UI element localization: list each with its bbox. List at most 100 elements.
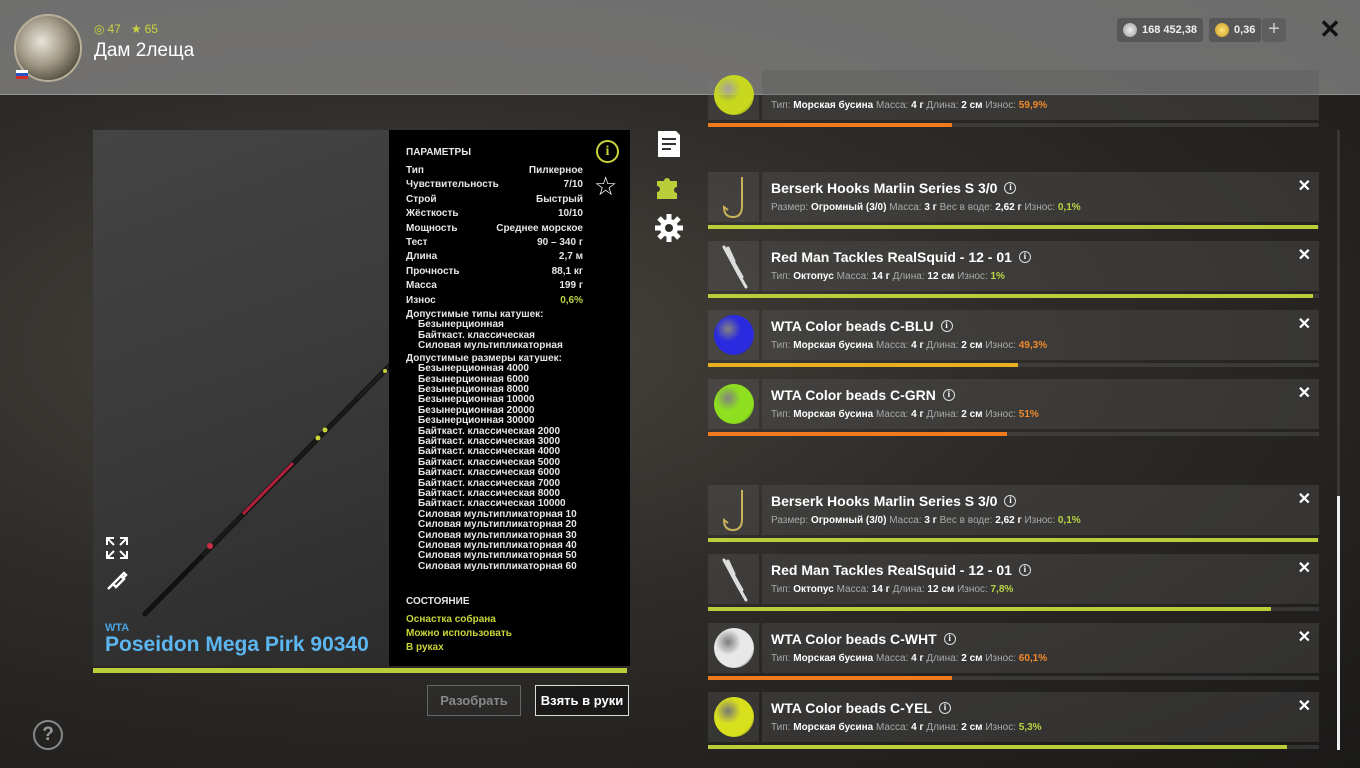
item-info-icon[interactable]: i (1004, 495, 1017, 507)
reel-size-item: Силовая мультипликаторная 60 (418, 560, 577, 572)
state-item: В руках (406, 642, 444, 653)
item-stats: Тип: Морская бусина Масса: 4 г Длина: 2 … (771, 722, 1042, 733)
param-value: 10/10 (557, 208, 583, 220)
param-value: Пилкерное (528, 165, 583, 176)
item-info-icon[interactable]: i (1018, 251, 1031, 263)
item-name: Red Man Tackles RealSquid - 12 - 01 (771, 562, 1012, 578)
item-thumbnail (708, 310, 759, 360)
tackle-item[interactable]: WTA Color beads C-BLU i ✕ Тип: Морская буси… (708, 310, 1319, 367)
stat-label: Тип: (771, 653, 791, 664)
param-value: Среднее морское (496, 222, 583, 234)
help-button[interactable]: ? (33, 720, 63, 750)
item-body: WTA Color beads C-GRN i ✕ Тип: Морская буси… (762, 379, 1319, 429)
gear-icon[interactable] (654, 213, 684, 243)
item-name-row: WTA Color beads C-GRN i (771, 387, 955, 403)
item-name-row: Red Man Tackles RealSquid - 12 - 01 i (771, 249, 1031, 265)
param-label: Чувствительность (406, 179, 499, 191)
remove-item-icon[interactable]: ✕ (1298, 245, 1311, 265)
tackle-item[interactable]: Тип: Морская бусина Масса: 4 г Длина: 2 … (708, 70, 1319, 127)
item-name: WTA Color beads C-WHT (771, 631, 937, 647)
durability-track (708, 363, 1319, 367)
remove-item-icon[interactable]: ✕ (1298, 558, 1311, 578)
favorite-star-icon[interactable]: ☆ (594, 171, 617, 202)
info-icon[interactable]: i (596, 140, 619, 163)
item-name: Red Man Tackles RealSquid - 12 - 01 (771, 249, 1012, 265)
disassemble-button[interactable]: Разобрать (427, 685, 521, 716)
fullscreen-icon[interactable] (105, 536, 129, 560)
remove-item-icon[interactable]: ✕ (1298, 696, 1311, 716)
remove-item-icon[interactable]: ✕ (1298, 383, 1311, 403)
durability-track (708, 745, 1319, 749)
stat-label: Масса: (875, 653, 909, 664)
wear-value: 0,1% (1057, 515, 1081, 526)
tackle-item[interactable]: WTA Color beads C-WHT i ✕ Тип: Морская буси… (708, 623, 1319, 680)
item-stats: Тип: Морская бусина Масса: 4 г Длина: 2 … (771, 340, 1047, 351)
reel-size-item: Безынерционная 30000 (418, 415, 535, 427)
tackle-item[interactable]: Berserk Hooks Marlin Series S 3/0 i ✕ Разме… (708, 485, 1319, 542)
remove-item-icon[interactable]: ✕ (1298, 314, 1311, 334)
puzzle-icon[interactable] (654, 172, 684, 202)
stat-label: Тип: (771, 271, 791, 282)
bead-icon (713, 75, 754, 115)
reel-types: Допустимые типы катушек: Безынерционная Б… (406, 309, 630, 352)
wear-value: 51% (1018, 409, 1039, 420)
stat-label: Масса: (875, 409, 909, 420)
take-in-hands-button[interactable]: Взять в руки (535, 685, 629, 716)
russia-flag-icon (16, 70, 28, 79)
item-stats: Размер: Огромный (3/0) Масса: 3 г Вес в … (771, 202, 1081, 213)
stat-label: Масса: (889, 515, 922, 526)
param-value: 2,7 м (558, 251, 583, 263)
item-info-icon[interactable]: i (940, 320, 953, 332)
reel-sizes: Допустимые размеры катушек: Безынерционн… (406, 353, 630, 573)
tackle-item[interactable]: Berserk Hooks Marlin Series S 3/0 i ✕ Разме… (708, 172, 1319, 229)
param-label: Жёсткость (406, 208, 459, 220)
rod-assembly-icon[interactable] (105, 568, 129, 592)
notes-icon[interactable] (654, 129, 684, 159)
tackle-item[interactable]: Red Man Tackles RealSquid - 12 - 01 i ✕ Тип… (708, 241, 1319, 298)
item-info-icon[interactable]: i (939, 702, 951, 714)
item-name: Berserk Hooks Marlin Series S 3/0 (771, 493, 998, 509)
scrollbar-thumb[interactable] (1337, 496, 1340, 750)
stat-value: 4 г (911, 340, 924, 351)
remove-item-icon[interactable]: ✕ (1298, 176, 1311, 196)
bead-icon (713, 315, 754, 355)
stat-label: Длина: (926, 409, 959, 420)
tackle-item[interactable]: Red Man Tackles RealSquid - 12 - 01 i ✕ Тип… (708, 554, 1319, 611)
close-icon[interactable]: ✕ (1318, 16, 1342, 42)
param-row: Износ 0,6% (406, 294, 583, 308)
durability-track (708, 432, 1319, 436)
item-name: WTA Color beads C-BLU (771, 318, 934, 334)
level-ring-icon: ◎ (94, 22, 105, 36)
tackle-item[interactable]: WTA Color beads C-GRN i ✕ Тип: Морская буси… (708, 379, 1319, 436)
stat-value: Октопус (793, 584, 834, 595)
reel-type-item: Силовая мультипликаторная (418, 340, 563, 352)
stat-label: Износ: (1024, 515, 1056, 526)
stat-value: 12 см (927, 271, 955, 282)
remove-item-icon[interactable]: ✕ (1298, 489, 1311, 509)
item-stats: Тип: Морская бусина Масса: 4 г Длина: 2 … (771, 100, 1047, 111)
item-body: Тип: Морская бусина Масса: 4 г Длина: 2 … (762, 70, 1319, 120)
stat-value: 4 г (911, 100, 924, 111)
stat-value: 4 г (911, 409, 924, 420)
item-body: WTA Color beads C-BLU i ✕ Тип: Морская буси… (762, 310, 1319, 360)
item-thumbnail (708, 692, 759, 742)
tackle-item[interactable]: WTA Color beads C-YEL i ✕ Тип: Морская буси… (708, 692, 1319, 749)
item-name-row: Red Man Tackles RealSquid - 12 - 01 i (771, 562, 1031, 578)
remove-item-icon[interactable]: ✕ (1298, 627, 1311, 647)
stat-label: Износ: (985, 100, 1016, 111)
item-info-icon[interactable]: i (1004, 182, 1017, 194)
stat-label: Тип: (771, 722, 791, 733)
param-label: Износ (406, 294, 436, 306)
item-info-icon[interactable]: i (943, 633, 956, 645)
stat-value: 2 см (961, 409, 983, 420)
item-info-icon[interactable]: i (942, 389, 955, 401)
item-info-icon[interactable]: i (1018, 564, 1031, 576)
item-body: WTA Color beads C-WHT i ✕ Тип: Морская буси… (762, 623, 1319, 673)
wear-value: 0,1% (1057, 202, 1081, 213)
item-body: WTA Color beads C-YEL i ✕ Тип: Морская буси… (762, 692, 1319, 742)
param-row: Чувствительность 7/10 (406, 178, 583, 192)
stat-value: 2,62 г (995, 515, 1022, 526)
param-row: Тип Пилкерное (406, 164, 583, 178)
wear-value: 1% (990, 271, 1005, 282)
param-row: Прочность 88,1 кг (406, 265, 583, 279)
